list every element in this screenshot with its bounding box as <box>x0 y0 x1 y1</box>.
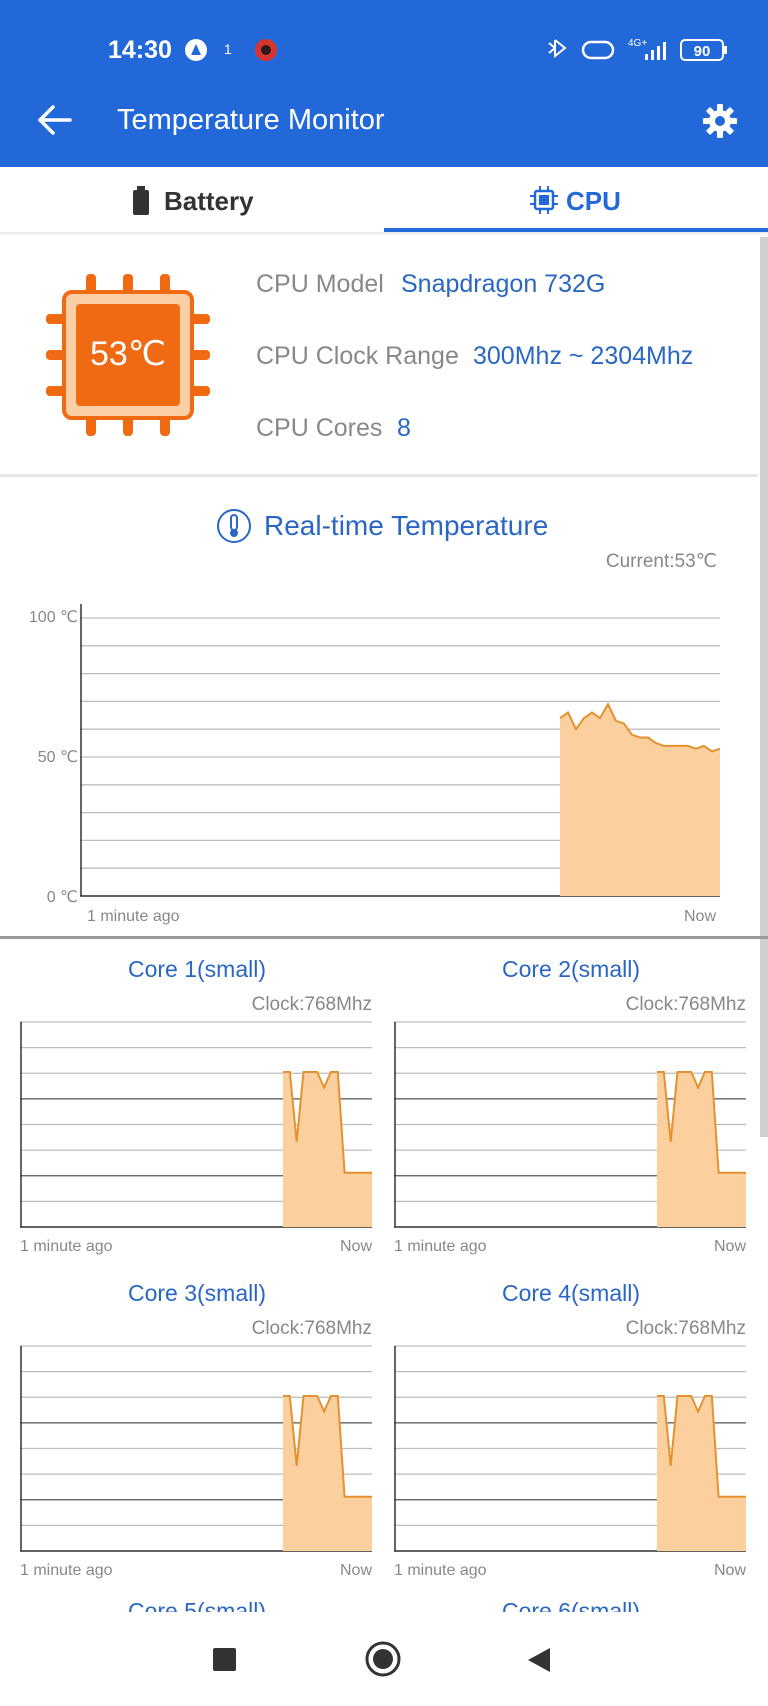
cpu-cores-label: CPU Cores <box>256 414 383 442</box>
status-time: 14:30 <box>108 36 172 64</box>
y-axis-100: 100 ℃ <box>28 609 78 626</box>
realtime-x-start: 1 minute ago <box>87 908 180 925</box>
tab-cpu-label: CPU <box>566 186 621 216</box>
core-4-x-end: Now <box>713 1562 746 1579</box>
svg-text:4G+: 4G+ <box>628 38 647 49</box>
core-1-title: Core 1(small) <box>127 956 267 982</box>
battery-icon <box>133 186 149 215</box>
status-notification-icons: 1 <box>185 39 277 61</box>
core-4-title: Core 4(small) <box>501 1280 641 1306</box>
core-3-chart <box>20 1345 372 1552</box>
core-4-chart <box>394 1345 746 1552</box>
cpu-clock-value: 300Mhz ~ 2304Mhz <box>473 342 694 370</box>
svg-text:90: 90 <box>694 43 711 60</box>
status-right-icons: 4G+ 90 <box>548 38 727 61</box>
realtime-temperature-chart <box>80 604 721 897</box>
core-2-title: Core 2(small) <box>501 956 641 982</box>
core-1-chart <box>20 1021 372 1228</box>
realtime-x-end: Now <box>683 908 716 925</box>
recent-apps-button[interactable] <box>213 1648 236 1671</box>
core-2-x-start: 1 minute ago <box>394 1238 487 1255</box>
thermometer-icon <box>217 509 251 543</box>
home-button[interactable] <box>364 1640 402 1678</box>
cpu-model-label: CPU Model <box>256 270 384 298</box>
realtime-title: Real-time Temperature <box>264 510 549 541</box>
back-arrow-icon[interactable] <box>36 102 76 138</box>
core-4-x-start: 1 minute ago <box>394 1562 487 1579</box>
core-3-clock: Clock:768Mhz <box>251 1318 372 1339</box>
clock-area <box>283 1396 372 1551</box>
svg-text:1: 1 <box>224 41 232 57</box>
tab-shadow <box>0 232 768 236</box>
divider <box>0 474 758 477</box>
back-button[interactable] <box>526 1646 554 1674</box>
core-4-clock: Clock:768Mhz <box>625 1318 746 1339</box>
core-2-chart <box>394 1021 746 1228</box>
clock-area <box>657 1072 746 1227</box>
cpu-temperature-value: 53℃ <box>89 335 166 373</box>
cpu-cores-value: 8 <box>397 414 411 442</box>
core-3-title: Core 3(small) <box>127 1280 267 1306</box>
clock-area <box>283 1072 372 1227</box>
core-3-x-start: 1 minute ago <box>20 1562 113 1579</box>
y-axis-50: 50 ℃ <box>37 749 78 766</box>
scrollbar[interactable] <box>760 237 768 1137</box>
app-bar <box>0 0 768 167</box>
core-1-clock: Clock:768Mhz <box>251 994 372 1015</box>
core-2-x-end: Now <box>713 1238 746 1255</box>
temperature-area <box>560 704 720 896</box>
app-title: Temperature Monitor <box>117 104 385 136</box>
core-2-clock: Clock:768Mhz <box>625 994 746 1015</box>
cpu-clock-label: CPU Clock Range <box>256 342 459 370</box>
y-axis-0: 0 ℃ <box>46 889 78 906</box>
core-1-x-start: 1 minute ago <box>20 1238 113 1255</box>
tab-battery-label: Battery <box>164 186 254 216</box>
core-1-x-end: Now <box>339 1238 372 1255</box>
cpu-chip-icon <box>530 186 558 214</box>
settings-gear-icon[interactable] <box>701 102 739 140</box>
section-divider <box>0 936 768 939</box>
core-3-x-end: Now <box>339 1562 372 1579</box>
realtime-current: Current:53℃ <box>605 551 717 572</box>
cpu-model-value: Snapdragon 732G <box>401 270 606 298</box>
clock-area <box>657 1396 746 1551</box>
